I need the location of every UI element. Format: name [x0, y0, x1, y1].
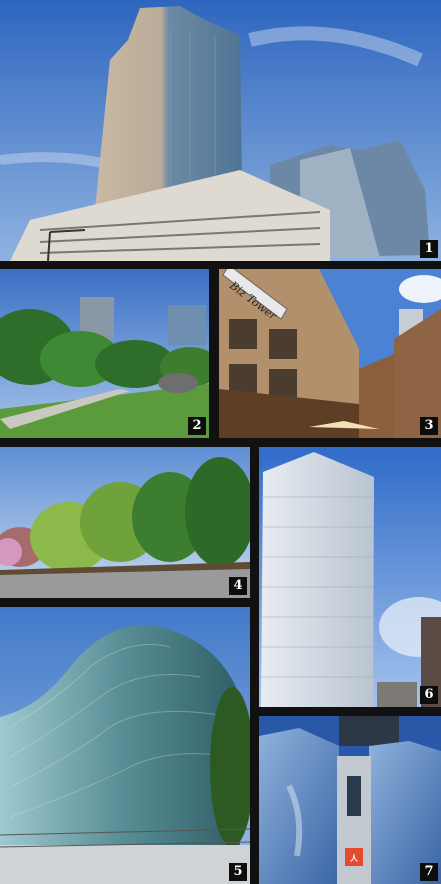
photo-3-street: Biz Tower 3	[219, 269, 441, 438]
photo-6-number: 6	[420, 686, 438, 704]
photo-2-number: 2	[188, 417, 206, 435]
photo-4-trees: 4	[0, 447, 250, 598]
photo-7-logo: 人	[350, 853, 359, 863]
photo-5-number: 5	[229, 863, 247, 881]
photo-2-park: 2	[0, 269, 209, 438]
photo-1-number: 1	[420, 240, 438, 258]
photo-1-image	[0, 0, 441, 261]
photo-5-image	[0, 607, 250, 884]
photo-6-skyscraper: 6	[259, 447, 441, 707]
photo-7-image: 人	[259, 716, 441, 884]
photo-5-glass-building: 5	[0, 607, 250, 884]
photo-7-facade: 人 7	[259, 716, 441, 884]
photo-4-image	[0, 447, 250, 598]
photo-7-number: 7	[420, 863, 438, 881]
photo-2-image	[0, 269, 209, 438]
photo-1-tower: 1	[0, 0, 441, 261]
photo-3-number: 3	[420, 417, 438, 435]
photo-4-number: 4	[229, 577, 247, 595]
photo-3-image: Biz Tower	[219, 269, 441, 438]
photo-6-image	[259, 447, 441, 707]
